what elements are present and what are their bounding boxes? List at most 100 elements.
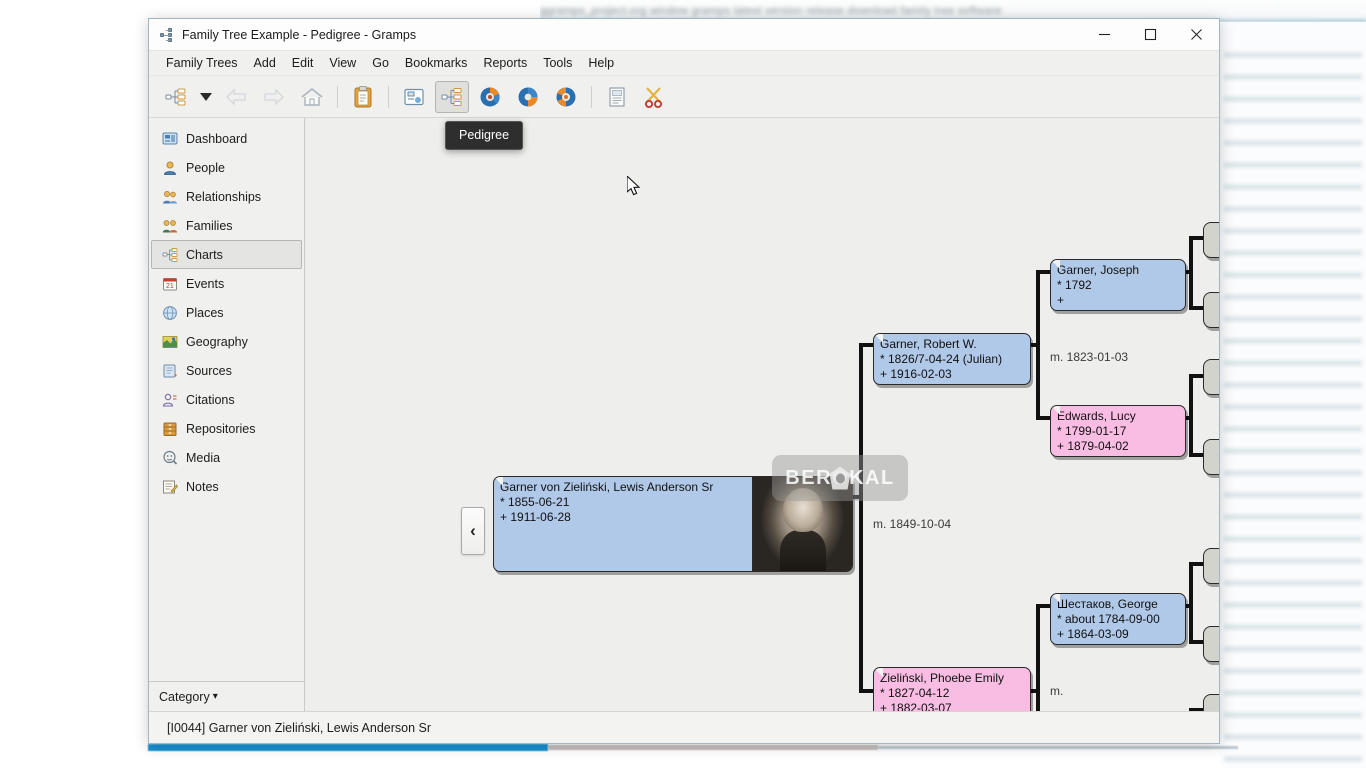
statusbar-text: [I0044] Garner von Zieliński, Lewis Ande… [167, 721, 431, 735]
pedigree-chart-canvas[interactable]: Garner von Zieliński, Lewis Anderson Sr … [305, 118, 1219, 711]
background-taskbar-line [878, 746, 1238, 749]
close-button[interactable] [1173, 19, 1219, 51]
menu-view[interactable]: View [321, 53, 364, 73]
minimize-button[interactable] [1081, 19, 1127, 51]
menu-bookmarks[interactable]: Bookmarks [397, 53, 476, 73]
menu-go[interactable]: Go [364, 53, 397, 73]
connector-father-stub [859, 343, 873, 347]
sidebar-item-label: Families [186, 219, 233, 233]
person-box-mother[interactable]: Zieliński, Phoebe Emily * 1827-04-12 + 1… [873, 667, 1031, 711]
scroll-left-button[interactable]: ‹ [461, 507, 485, 555]
families-icon [162, 218, 178, 234]
clipboard-icon[interactable] [346, 81, 380, 113]
person-name: Garner, Joseph [1057, 263, 1180, 278]
sidebar-nav-list: Dashboard People Relationships [149, 118, 304, 681]
chevron-down-icon[interactable] [195, 81, 217, 113]
citation-icon [162, 392, 178, 408]
arrow-forward-icon[interactable] [257, 81, 291, 113]
connector-mother-stub [859, 689, 873, 693]
menu-add[interactable]: Add [246, 53, 284, 73]
connector-mgf-stub [1036, 604, 1050, 608]
pedigree-tree-icon[interactable] [435, 81, 469, 113]
person-box-empty[interactable] [1203, 626, 1219, 662]
sidebar-item-charts[interactable]: Charts [151, 240, 302, 269]
menu-tools[interactable]: Tools [535, 53, 580, 73]
fan-chart-descendant-icon[interactable] [511, 81, 545, 113]
marriage-label-parents: m. 1849-10-04 [873, 517, 951, 531]
person-box-empty[interactable] [1203, 439, 1219, 475]
pedigree-tooltip: Pedigree [445, 121, 523, 150]
category-selector[interactable]: Category ▾ [149, 681, 304, 711]
person-box-paternal-grandmother[interactable]: Edwards, Lucy * 1799-01-17 + 1879-04-02 [1050, 405, 1186, 457]
fan-chart-2way-icon[interactable] [549, 81, 583, 113]
person-box-empty[interactable] [1203, 694, 1219, 711]
window-titlebar: Family Tree Example - Pedigree - Gramps [149, 19, 1219, 51]
box-corner-marker [1051, 406, 1060, 415]
relationship-chart-icon[interactable] [397, 81, 431, 113]
sidebar-item-geography[interactable]: Geography [151, 327, 302, 356]
person-icon [162, 160, 178, 176]
person-add-icon[interactable] [159, 81, 193, 113]
scissors-tools-icon[interactable] [638, 81, 672, 113]
person-box-maternal-grandfather[interactable]: Шестаков, George * about 1784-09-00 + 18… [1050, 593, 1186, 645]
sidebar-item-label: Notes [186, 480, 219, 494]
sidebar-item-media[interactable]: Media [151, 443, 302, 472]
person-birth: * 1799-01-17 [1057, 424, 1180, 439]
background-taskbar-blue-strip [148, 744, 548, 751]
background-taskbar-gray-strip [548, 745, 878, 750]
sidebar-item-dashboard[interactable]: Dashboard [151, 124, 302, 153]
person-name: Garner, Robert W. [880, 337, 1025, 352]
menu-help[interactable]: Help [580, 53, 622, 73]
connector-ggp2-stub [1189, 306, 1203, 310]
sidebar-item-label: Sources [186, 364, 232, 378]
window-body: Dashboard People Relationships [149, 118, 1219, 711]
window-controls [1081, 19, 1219, 51]
mouse-cursor [627, 176, 643, 203]
person-name: Шестаков, George [1057, 597, 1180, 612]
menu-edit[interactable]: Edit [284, 53, 322, 73]
person-death: + 1879-04-02 [1057, 439, 1180, 454]
menu-family-trees[interactable]: Family Trees [158, 53, 246, 73]
person-box-paternal-grandfather[interactable]: Garner, Joseph * 1792 + [1050, 259, 1186, 311]
person-box-empty[interactable] [1203, 292, 1219, 328]
sidebar-item-label: Charts [186, 248, 223, 262]
person-box-root[interactable]: Garner von Zieliński, Lewis Anderson Sr … [493, 476, 853, 572]
sidebar-item-repositories[interactable]: Repositories [151, 414, 302, 443]
fan-chart-icon[interactable] [473, 81, 507, 113]
box-corner-marker [874, 668, 883, 677]
sidebar-item-relationships[interactable]: Relationships [151, 182, 302, 211]
menu-reports[interactable]: Reports [475, 53, 535, 73]
charts-icon [162, 247, 178, 263]
sidebar-item-places[interactable]: Places [151, 298, 302, 327]
category-label: Category [159, 690, 210, 704]
sidebar-item-people[interactable]: People [151, 153, 302, 182]
sidebar-item-citations[interactable]: Citations [151, 385, 302, 414]
person-box-empty[interactable] [1203, 222, 1219, 258]
person-name: Edwards, Lucy [1057, 409, 1180, 424]
person-box-empty[interactable] [1203, 359, 1219, 395]
sidebar-item-label: Events [186, 277, 224, 291]
sidebar-item-families[interactable]: Families [151, 211, 302, 240]
sidebar-item-events[interactable]: 21 Events [151, 269, 302, 298]
connector-ggp-spine-2 [1189, 374, 1193, 454]
sidebar-item-notes[interactable]: Notes [151, 472, 302, 501]
svg-text:21: 21 [166, 283, 174, 290]
person-birth: * 1826/7-04-24 (Julian) [880, 352, 1025, 367]
chevron-down-icon: ▾ [213, 691, 218, 702]
sidebar-item-sources[interactable]: Sources [151, 356, 302, 385]
person-box-empty[interactable] [1203, 548, 1219, 584]
home-icon[interactable] [295, 81, 329, 113]
maximize-button[interactable] [1127, 19, 1173, 51]
window-title: Family Tree Example - Pedigree - Gramps [182, 28, 416, 42]
box-corner-marker [874, 334, 883, 343]
arrow-back-icon[interactable] [219, 81, 253, 113]
menubar: Family Trees Add Edit View Go Bookmarks … [149, 51, 1219, 76]
sidebar-item-label: Dashboard [186, 132, 247, 146]
toolbar-separator-2 [388, 86, 389, 108]
person-box-father[interactable]: Garner, Robert W. * 1826/7-04-24 (Julian… [873, 333, 1031, 385]
book-icon [162, 363, 178, 379]
report-page-icon[interactable] [600, 81, 634, 113]
marriage-label-maternal: m. [1050, 684, 1063, 698]
archive-icon [162, 421, 178, 437]
sidebar-item-label: Citations [186, 393, 235, 407]
